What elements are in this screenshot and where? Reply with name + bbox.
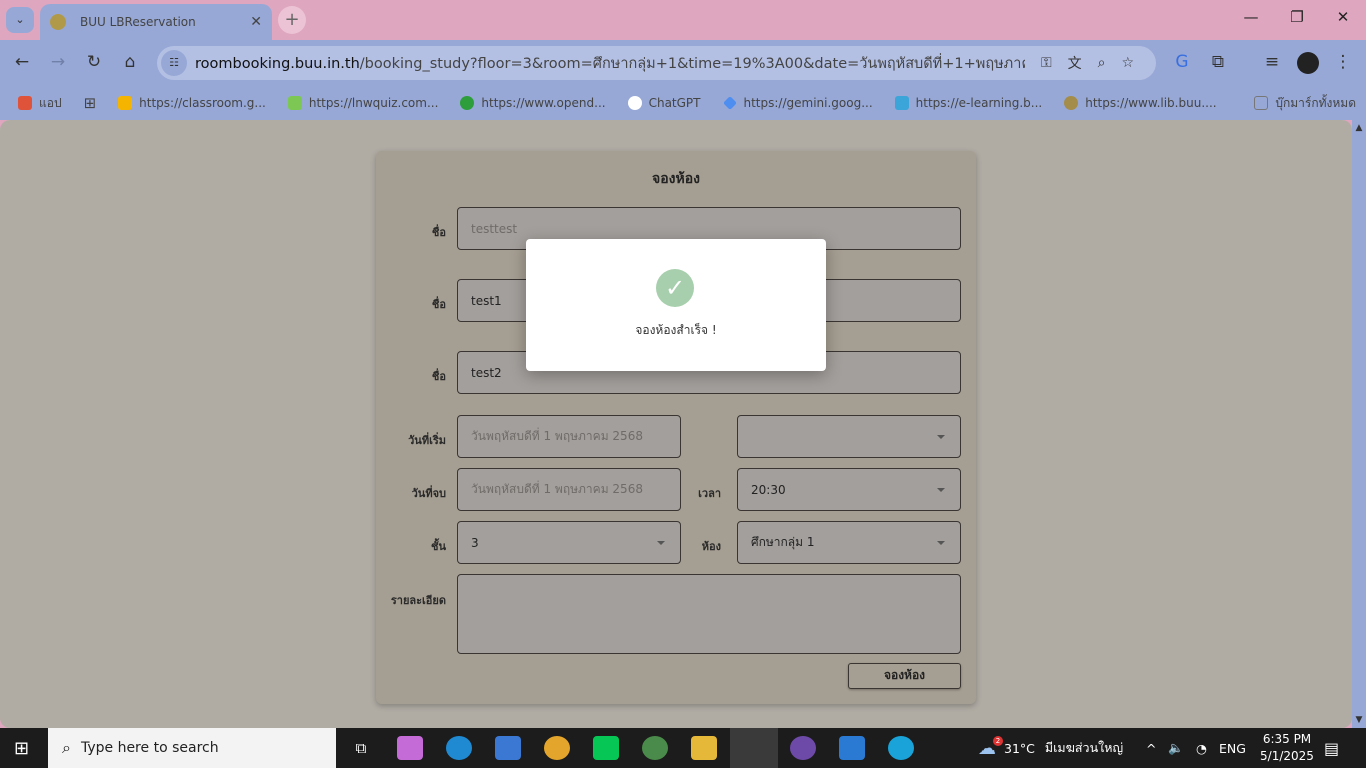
key-icon[interactable]: ⚿: [1041, 55, 1052, 71]
time-label: เวลา: [698, 487, 721, 500]
booking-form: จองห้อง ชื่อ testtest ชื่อ test1 ชื่อ te…: [376, 151, 976, 704]
task-view-icon[interactable]: ⧉: [348, 736, 374, 760]
tray-chevron-icon[interactable]: ^: [1146, 728, 1156, 768]
end-time-select[interactable]: 20:30: [737, 468, 961, 511]
bookmark[interactable]: https://www.opend...: [460, 96, 606, 110]
chevron-down-icon: [937, 434, 945, 439]
grid-icon[interactable]: ⊞: [84, 94, 97, 112]
volume-icon[interactable]: 🔈: [1168, 728, 1184, 768]
notifications-icon[interactable]: ▤: [1324, 728, 1339, 768]
success-dialog: ✓ จองห้องสำเร็จ !: [526, 239, 826, 371]
zoom-icon[interactable]: ⌕: [1098, 55, 1106, 71]
room-label: ห้อง: [701, 540, 721, 553]
address-bar[interactable]: ☷ roombooking.buu.in.th/booking_study?fl…: [157, 46, 1156, 80]
details-textarea[interactable]: [457, 574, 961, 654]
room-select[interactable]: ศึกษากลุ่ม 1: [737, 521, 961, 564]
tab-search-button[interactable]: ⌄: [6, 7, 34, 33]
submit-booking-button[interactable]: จองห้อง: [848, 663, 961, 689]
menu-icon[interactable]: ⋮: [1331, 52, 1355, 72]
name-label: ชื่อ: [431, 370, 446, 383]
line-icon[interactable]: [593, 736, 619, 760]
search-icon: ⌕: [62, 738, 71, 757]
bookmark[interactable]: ChatGPT: [627, 96, 701, 110]
star-icon[interactable]: ☆: [1122, 55, 1135, 71]
page-content: จองห้อง ชื่อ testtest ชื่อ test1 ชื่อ te…: [0, 120, 1352, 728]
end-date-input[interactable]: วันพฤหัสบดีที่ 1 พฤษภาคม 2568: [457, 468, 681, 511]
end-date-label: วันที่จบ: [411, 487, 446, 500]
reload-icon[interactable]: ↻: [82, 52, 106, 72]
floor-label: ชั้น: [431, 540, 446, 553]
media-icon[interactable]: ≡: [1260, 52, 1284, 72]
site-info-icon[interactable]: ☷: [161, 50, 187, 76]
translate-icon[interactable]: 文: [1068, 53, 1082, 73]
file-explorer-icon[interactable]: [691, 736, 717, 760]
vscode-icon[interactable]: [839, 736, 865, 760]
back-icon[interactable]: ←: [10, 52, 34, 72]
name-label: ชื่อ: [431, 226, 446, 239]
forward-icon[interactable]: →: [46, 52, 70, 72]
form-title: จองห้อง: [652, 171, 700, 187]
taskbar-search[interactable]: ⌕ Type here to search: [48, 728, 336, 768]
wifi-icon[interactable]: ◔: [1196, 728, 1207, 768]
bookmark[interactable]: https://gemini.goog...: [722, 96, 873, 110]
close-window-button[interactable]: ✕: [1328, 8, 1358, 26]
new-tab-button[interactable]: +: [278, 6, 306, 34]
bookmark[interactable]: https://classroom.g...: [118, 96, 266, 110]
tab-active[interactable]: BUU LBReservation ✕: [40, 4, 272, 40]
github-icon[interactable]: [790, 736, 816, 760]
details-label: รายละเอียด: [390, 594, 446, 607]
bookmark[interactable]: https://e-learning.b...: [894, 96, 1042, 110]
avatar[interactable]: [1297, 52, 1319, 74]
scrollbar[interactable]: ▲ ▼: [1352, 120, 1366, 728]
url-host: roombooking.buu.in.th: [195, 55, 360, 72]
clock[interactable]: 6:35 PM 5/1/2025: [1257, 731, 1317, 765]
copilot-icon[interactable]: [397, 736, 423, 760]
minimize-button[interactable]: —: [1236, 8, 1266, 26]
weather-widget[interactable]: ☁ 31°C มีเมฆส่วนใหญ่: [978, 728, 1123, 768]
close-tab-icon[interactable]: ✕: [250, 14, 262, 30]
bookmark-apps[interactable]: แอป: [18, 94, 62, 113]
language-indicator[interactable]: ENG: [1219, 728, 1246, 768]
chrome-icon[interactable]: [544, 736, 570, 760]
start-date-label: วันที่เริ่ม: [408, 434, 446, 447]
start-date-input[interactable]: วันพฤหัสบดีที่ 1 พฤษภาคม 2568: [457, 415, 681, 458]
success-message: จองห้องสำเร็จ !: [635, 323, 717, 337]
favicon-icon: [50, 14, 66, 30]
all-bookmarks[interactable]: บุ๊กมาร์กทั้งหมด: [1254, 94, 1356, 113]
check-circle-icon: ✓: [656, 269, 694, 307]
store-icon[interactable]: [495, 736, 521, 760]
edge-icon[interactable]: [446, 736, 472, 760]
chevron-down-icon: [937, 487, 945, 492]
xbox-icon[interactable]: [642, 736, 668, 760]
chevron-down-icon: [937, 540, 945, 545]
tab-title: BUU LBReservation: [80, 15, 196, 29]
bookmarks-bar: แอป ⊞ https://classroom.g... https://lnw…: [0, 86, 1366, 120]
restore-button[interactable]: ❐: [1282, 8, 1312, 26]
name-label: ชื่อ: [431, 298, 446, 311]
bookmark[interactable]: https://www.lib.buu....: [1064, 96, 1217, 110]
floor-select[interactable]: 3: [457, 521, 681, 564]
weather-badge: 2: [993, 736, 1003, 746]
chrome-active-icon[interactable]: [730, 728, 778, 768]
google-translate-icon[interactable]: G: [1170, 52, 1194, 72]
taskbar: ⊞ ⌕ Type here to search ⧉ ☁ 31°C มีเมฆส่วน…: [0, 728, 1366, 768]
windows-start-icon[interactable]: ⊞: [14, 738, 29, 759]
extensions-icon[interactable]: ⧉: [1206, 52, 1230, 72]
home-icon[interactable]: ⌂: [118, 52, 142, 72]
url-path: /booking_study?floor=3&room=ศึกษากลุ่ม+1…: [359, 55, 1025, 72]
bookmark[interactable]: https://lnwquiz.com...: [287, 96, 438, 110]
canva-icon[interactable]: [888, 736, 914, 760]
start-time-select[interactable]: [737, 415, 961, 458]
